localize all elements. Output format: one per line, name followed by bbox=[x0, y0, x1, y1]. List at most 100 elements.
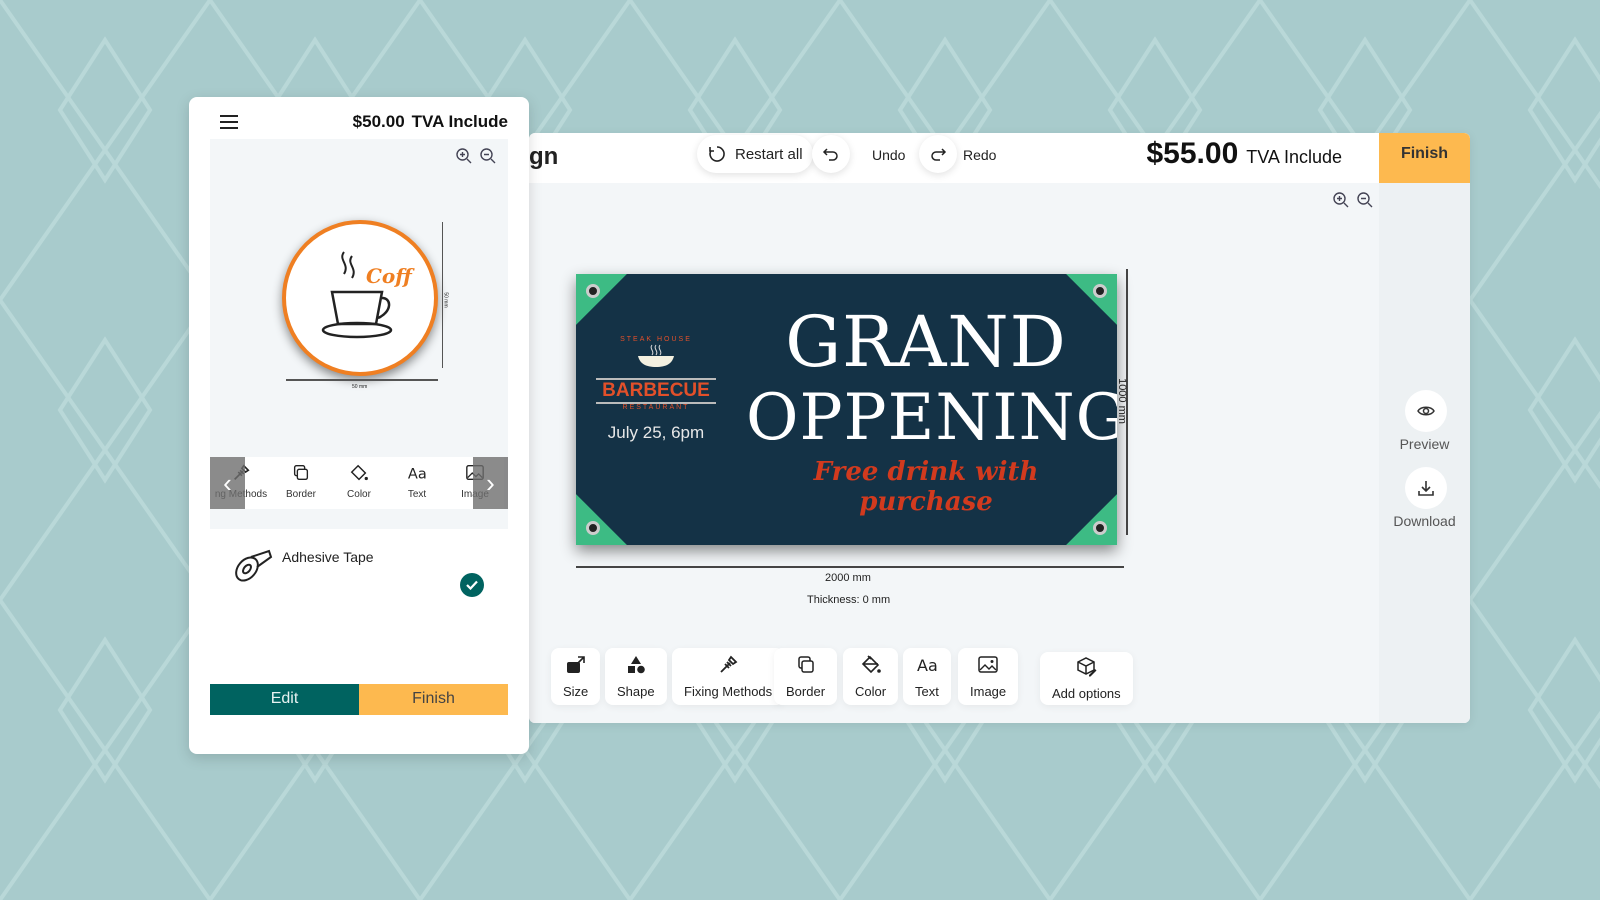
zoom-in-icon[interactable] bbox=[455, 147, 473, 165]
right-sidebar: Preview Download bbox=[1379, 183, 1470, 723]
mobile-editor-panel: $50.00 TVA Include Coff 50 mm 50 mm ng M… bbox=[189, 97, 529, 754]
zoom-in-icon[interactable] bbox=[1332, 191, 1350, 209]
tool-label: Text bbox=[915, 684, 939, 699]
undo-button[interactable]: Undo bbox=[872, 147, 905, 163]
redo-icon bbox=[931, 148, 947, 161]
mobile-width-label: 50 mm bbox=[352, 384, 368, 390]
grommet bbox=[1093, 521, 1107, 535]
text-icon: Aa bbox=[408, 466, 427, 482]
edit-button[interactable]: Edit bbox=[210, 684, 359, 715]
header: gn Restart all Undo Redo $55.00 TVA Incl… bbox=[529, 133, 1470, 183]
shapes-icon bbox=[627, 656, 645, 674]
tool-label: Shape bbox=[617, 684, 655, 699]
mobile-height-label: 50 mm bbox=[442, 292, 449, 308]
svg-text:Aa: Aa bbox=[408, 466, 427, 482]
grommet bbox=[586, 284, 600, 298]
tagline: Free drink with purchase bbox=[813, 457, 1039, 517]
image-icon bbox=[978, 656, 998, 673]
selected-check-icon bbox=[460, 573, 484, 597]
mobile-toolbar: ng Methods Border Color AaText Image bbox=[210, 457, 508, 509]
grill-icon bbox=[638, 344, 674, 367]
mobile-zoom-controls bbox=[455, 147, 497, 165]
logo-main-text: BARBECUE bbox=[596, 378, 716, 404]
mobile-tool-border[interactable]: Border bbox=[272, 457, 330, 509]
adhesive-tape-icon bbox=[235, 549, 273, 582]
preview-button[interactable] bbox=[1405, 390, 1447, 432]
mobile-price: $50.00 bbox=[352, 112, 405, 131]
restart-label: Restart all bbox=[735, 145, 803, 163]
option-adhesive-tape[interactable]: Adhesive Tape bbox=[210, 537, 508, 617]
preview-label: Preview bbox=[1399, 436, 1450, 452]
coaster-preview[interactable]: Coff bbox=[282, 220, 438, 376]
coaster-text: Coff bbox=[366, 264, 412, 288]
zoom-out-icon[interactable] bbox=[1356, 191, 1374, 209]
restart-icon bbox=[709, 146, 725, 162]
border-icon bbox=[797, 656, 814, 673]
corner-tl bbox=[576, 274, 627, 325]
mobile-width-ruler bbox=[286, 379, 438, 381]
tool-image[interactable]: Image bbox=[958, 648, 1019, 705]
corner-bl bbox=[576, 494, 627, 545]
hamburger-menu-icon[interactable] bbox=[219, 114, 239, 130]
tool-border[interactable]: Border bbox=[774, 648, 838, 705]
headline-line-2: OPPENING bbox=[746, 381, 1117, 455]
paint-bucket-icon bbox=[350, 464, 368, 481]
barbecue-logo: STEAK HOUSE BARBECUE RESTAURANT July 25,… bbox=[596, 336, 716, 443]
mobile-tool-text[interactable]: Aa Text bbox=[388, 457, 446, 509]
page-title: gn bbox=[529, 143, 559, 170]
design-canvas: STEAK HOUSE BARBECUE RESTAURANT July 25,… bbox=[529, 183, 1379, 723]
logo-top-text: STEAK HOUSE bbox=[620, 336, 692, 343]
width-ruler bbox=[576, 566, 1124, 568]
text-icon: Aa bbox=[917, 656, 938, 675]
paint-bucket-icon bbox=[861, 655, 881, 674]
coffee-cup-icon bbox=[321, 251, 393, 339]
zoom-controls bbox=[1332, 191, 1374, 209]
width-label: 2000 mm bbox=[825, 572, 871, 584]
tax-label: TVA Include bbox=[1246, 147, 1342, 167]
tool-text[interactable]: Aa Text bbox=[903, 648, 951, 705]
tool-label: Image bbox=[970, 684, 1007, 699]
tool-fixing-methods[interactable]: Fixing Methods bbox=[672, 648, 785, 705]
mobile-price-display: $50.00 TVA Include bbox=[353, 112, 508, 132]
tool-color[interactable]: Color bbox=[843, 648, 899, 705]
download-icon bbox=[1418, 481, 1434, 496]
toolbar-next-arrow[interactable]: › bbox=[473, 457, 508, 509]
tool-label: Text bbox=[407, 489, 427, 500]
option-label: Adhesive Tape bbox=[282, 549, 374, 565]
eye-icon bbox=[1417, 406, 1435, 416]
mobile-finish-button[interactable]: Finish bbox=[359, 684, 508, 715]
tool-label: Border bbox=[285, 489, 316, 500]
restart-all-button[interactable]: Restart all bbox=[697, 135, 813, 173]
screw-icon bbox=[720, 655, 738, 673]
mobile-tool-color[interactable]: Color bbox=[330, 457, 388, 509]
tool-label: Size bbox=[563, 684, 589, 699]
grommet bbox=[1093, 284, 1107, 298]
logo-bottom-text: RESTAURANT bbox=[622, 404, 690, 411]
price: $55.00 bbox=[1146, 137, 1239, 170]
headline: GRAND OPPENING bbox=[746, 301, 1117, 456]
tool-add-options[interactable]: Add options bbox=[1040, 652, 1133, 705]
tool-label: Color bbox=[347, 489, 371, 500]
undo-icon-button[interactable] bbox=[812, 135, 850, 173]
event-date: July 25, 6pm bbox=[607, 423, 705, 442]
redo-button[interactable]: Redo bbox=[963, 147, 996, 163]
tool-shape[interactable]: Shape bbox=[605, 648, 667, 705]
box-edit-icon bbox=[1077, 657, 1097, 677]
download-button[interactable] bbox=[1405, 467, 1447, 509]
svg-text:Aa: Aa bbox=[917, 656, 938, 675]
mobile-tax-label: TVA Include bbox=[411, 112, 508, 131]
tool-label: Color bbox=[855, 684, 887, 699]
border-icon bbox=[293, 465, 309, 481]
sign-preview[interactable]: STEAK HOUSE BARBECUE RESTAURANT July 25,… bbox=[576, 274, 1117, 545]
resize-icon bbox=[566, 656, 585, 673]
undo-icon bbox=[822, 148, 838, 161]
toolbar-prev-arrow[interactable]: ‹ bbox=[210, 457, 245, 509]
tool-size[interactable]: Size bbox=[551, 648, 601, 705]
tool-label: Add options bbox=[1052, 686, 1121, 701]
tool-label: Fixing Methods bbox=[684, 684, 773, 699]
finish-button[interactable]: Finish bbox=[1379, 133, 1470, 183]
redo-icon-button[interactable] bbox=[919, 135, 957, 173]
desktop-editor-window: gn Restart all Undo Redo $55.00 TVA Incl… bbox=[529, 133, 1470, 723]
headline-line-1: GRAND bbox=[785, 301, 1067, 383]
zoom-out-icon[interactable] bbox=[479, 147, 497, 165]
